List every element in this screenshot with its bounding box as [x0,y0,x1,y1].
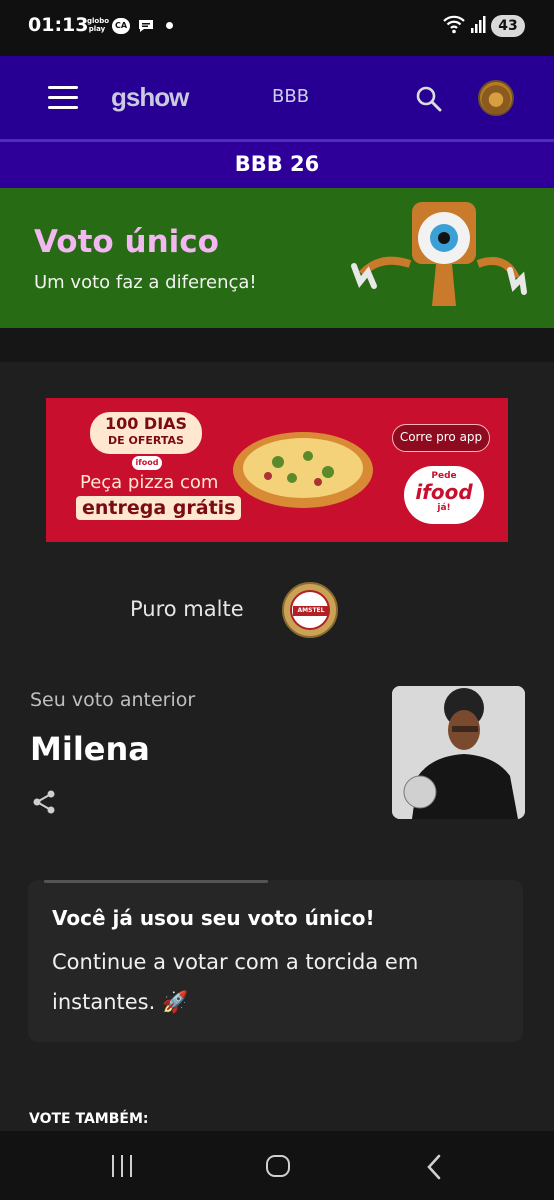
ad-brand-small: ifood [132,456,162,470]
ad-headline-1: Peça pizza com [80,472,219,493]
banner-spacer [0,328,554,362]
banner-subtitle: Um voto faz a diferença! [34,272,257,293]
ca-icon: CA [112,18,130,34]
globoplay-icon: globo play [87,17,110,33]
signal-icon [470,15,486,39]
chat-icon [137,17,155,39]
previous-vote-name: Milena [30,730,150,768]
wifi-icon [442,14,466,40]
pizza-icon [233,432,373,508]
recent-apps-icon[interactable] [112,1155,134,1177]
section-title: BBB 26 [234,152,320,176]
vote-tambem-heading: VOTE TAMBÉM: [29,1111,149,1127]
section-bar[interactable]: BBB 26 [0,142,554,188]
sponsor-text: Puro malte [130,597,244,621]
ifood-ad-banner[interactable]: 100 DIAS DE OFERTAS ifood Peça pizza com… [46,398,508,542]
participant-photo [392,686,525,819]
status-time: 01:13 [28,14,89,36]
system-nav-bar [0,1131,554,1200]
battery-icon: 43 [491,15,525,37]
voto-info-card: Você já usou seu voto único! Continue a … [28,880,523,1042]
share-icon[interactable] [31,789,57,819]
ad-offer-badge: 100 DIAS DE OFERTAS [90,412,202,454]
search-icon[interactable] [414,84,444,118]
gshow-logo[interactable]: gshow [111,82,189,113]
home-icon[interactable] [266,1155,290,1177]
back-icon[interactable] [424,1153,444,1185]
card-divider [44,880,268,883]
amstel-logo[interactable]: AMSTEL [282,582,338,638]
ad-cta-button[interactable]: Corre pro app [392,424,490,452]
ad-ifood-logo: Pede ifood já! [404,466,484,524]
ad-headline-2: entrega grátis [76,496,242,520]
status-bar: 01:13 globo play CA 43 [0,0,554,56]
banner-title: Voto único [34,224,219,260]
site-header: gshow BBB [0,56,554,140]
card-heading: Você já usou seu voto único! [52,906,375,930]
voto-unico-banner: Voto único Um voto faz a diferença! [0,188,554,328]
menu-icon[interactable] [48,86,78,110]
card-message: Continue a votar com a torcida em instan… [52,950,419,1014]
notification-dot-icon [166,22,173,29]
avatar[interactable] [478,80,514,116]
eye-mascot-icon [351,202,527,306]
nav-link-bbb[interactable]: BBB [272,86,309,107]
previous-vote-label: Seu voto anterior [30,689,196,711]
